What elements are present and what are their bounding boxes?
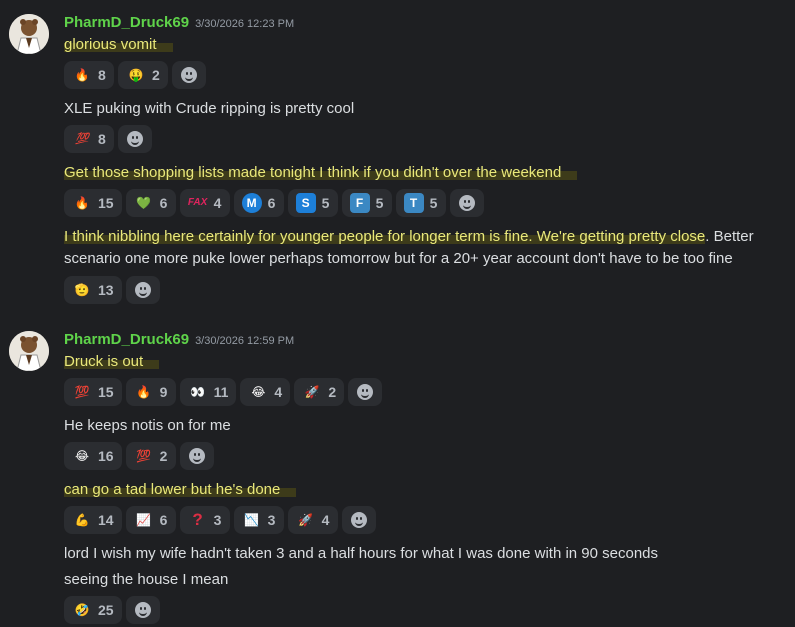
smile-icon — [181, 67, 197, 83]
reaction-joy[interactable]: 😂 16 — [64, 442, 122, 470]
chart-down-icon: 📉 — [244, 513, 260, 527]
letter-f-icon: F — [349, 193, 370, 213]
add-reaction-button[interactable] — [125, 596, 160, 624]
message-text: can go a tad lower but he's done — [64, 479, 297, 501]
reaction-green-heart[interactable]: 💚 6 — [125, 189, 176, 217]
hundred-icon: 💯 — [136, 449, 152, 463]
smile-icon — [350, 512, 367, 528]
reaction-letter-s[interactable]: S5 — [287, 189, 338, 217]
message-text: I think nibbling here certainly for youn… — [64, 228, 754, 245]
reaction-flexed-biceps[interactable]: 💪 14 — [64, 506, 122, 534]
reaction-question-mark[interactable]: ? 3 — [179, 506, 230, 534]
hundred-icon: 💯 — [75, 133, 89, 145]
reaction-bar: 💯 15 🔥 9 👀 11 😂 4 🚀 2 — [64, 378, 383, 406]
bear-avatar-icon — [9, 14, 49, 54]
add-reaction-button[interactable] — [125, 276, 160, 304]
smile-icon — [134, 602, 151, 618]
message-text: glorious vomit — [64, 34, 173, 56]
letter-s-icon: S — [295, 193, 316, 213]
chart-up-icon: 📈 — [136, 513, 152, 527]
reaction-rocket[interactable]: 🚀 4 — [287, 506, 338, 534]
bear-avatar-icon — [9, 331, 49, 371]
reaction-bar: 🤣 25 — [64, 596, 160, 624]
fire-icon: 🔥 — [74, 68, 90, 82]
question-mark-icon: ? — [192, 510, 203, 529]
message-text: Druck is out — [64, 351, 160, 373]
reaction-chart-up[interactable]: 📈 6 — [125, 506, 176, 534]
username[interactable]: PharmD_Druck69 — [64, 14, 189, 31]
reaction-letter-m[interactable]: M6 — [233, 189, 284, 217]
fire-icon: 🔥 — [74, 196, 90, 210]
avatar[interactable] — [9, 331, 49, 371]
add-reaction-button[interactable] — [348, 378, 383, 406]
timestamp: 3/30/2026 12:59 PM — [195, 335, 295, 347]
joy-icon: 😂 — [74, 449, 90, 463]
reaction-bar: 🔥 8 🤑 2 — [64, 61, 206, 89]
smile-icon — [458, 195, 475, 211]
highlighted-text: Druck is out — [64, 353, 160, 370]
smile-icon — [127, 131, 143, 147]
message-header: PharmD_Druck69 3/30/2026 12:23 PM — [64, 14, 294, 32]
add-reaction-button[interactable] — [118, 125, 152, 153]
flexed-biceps-icon: 💪 — [74, 513, 90, 527]
reaction-hundred[interactable]: 💯 15 — [64, 378, 122, 406]
message-text: He keeps notis on for me — [64, 417, 231, 434]
reaction-hundred[interactable]: 💯 2 — [125, 442, 176, 470]
reaction-bar: 💯 8 — [64, 125, 152, 153]
reaction-money-mouth[interactable]: 🤑 2 — [118, 61, 168, 89]
reaction-chart-down[interactable]: 📉 3 — [233, 506, 284, 534]
reaction-rofl[interactable]: 🤣 25 — [64, 596, 122, 624]
reaction-eyes[interactable]: 👀 11 — [179, 378, 237, 406]
rofl-icon: 🤣 — [74, 603, 90, 617]
highlighted-text: glorious vomit — [64, 36, 173, 53]
add-reaction-button[interactable] — [341, 506, 376, 534]
smile-icon — [188, 448, 205, 464]
reaction-fire[interactable]: 🔥 8 — [64, 61, 114, 89]
message-text: scenario one more puke lower perhaps tom… — [64, 250, 733, 267]
reaction-saluting-face[interactable]: 🫡 13 — [64, 276, 122, 304]
reaction-bar: 🔥 15 💚 6 FAX 4 M6 S5 F5 T5 — [64, 189, 484, 217]
rocket-icon: 🚀 — [298, 513, 314, 527]
reaction-letter-t[interactable]: T5 — [395, 189, 446, 217]
reaction-rocket[interactable]: 🚀 2 — [294, 378, 345, 406]
message-text: seeing the house I mean — [64, 571, 229, 588]
highlighted-text: Get those shopping lists made tonight I … — [64, 164, 578, 181]
rocket-icon: 🚀 — [304, 385, 320, 399]
money-mouth-icon: 🤑 — [128, 68, 144, 82]
timestamp: 3/30/2026 12:23 PM — [195, 18, 295, 30]
letter-t-icon: T — [403, 193, 424, 213]
reaction-fax[interactable]: FAX 4 — [179, 189, 230, 217]
reaction-bar: 💪 14 📈 6 ? 3 📉 3 🚀 4 — [64, 506, 376, 534]
hundred-icon: 💯 — [74, 385, 90, 399]
smile-icon — [357, 384, 374, 400]
avatar[interactable] — [9, 14, 49, 54]
message-text: Get those shopping lists made tonight I … — [64, 162, 578, 184]
smile-icon — [134, 282, 151, 298]
reaction-joy[interactable]: 😂 4 — [240, 378, 291, 406]
username[interactable]: PharmD_Druck69 — [64, 331, 189, 348]
message-text: XLE puking with Crude ripping is pretty … — [64, 100, 355, 117]
eyes-icon: 👀 — [190, 385, 206, 399]
add-reaction-button[interactable] — [179, 442, 214, 470]
letter-m-icon: M — [241, 193, 262, 213]
reaction-hundred[interactable]: 💯 8 — [64, 125, 114, 153]
reaction-bar: 🫡 13 — [64, 276, 160, 304]
reaction-fire[interactable]: 🔥 9 — [125, 378, 176, 406]
saluting-face-icon: 🫡 — [74, 283, 90, 297]
message-text: lord I wish my wife hadn't taken 3 and a… — [64, 545, 659, 562]
fax-icon: FAX — [187, 197, 208, 208]
green-heart-icon: 💚 — [136, 196, 152, 210]
add-reaction-button[interactable] — [172, 61, 206, 89]
reaction-bar: 😂 16 💯 2 — [64, 442, 214, 470]
add-reaction-button[interactable] — [449, 189, 484, 217]
highlighted-text: can go a tad lower but he's done — [64, 481, 297, 498]
joy-icon: 😂 — [251, 385, 266, 399]
reaction-fire[interactable]: 🔥 15 — [64, 189, 122, 217]
reaction-letter-f[interactable]: F5 — [341, 189, 392, 217]
message-header: PharmD_Druck69 3/30/2026 12:59 PM — [64, 331, 294, 349]
fire-icon: 🔥 — [136, 385, 152, 399]
